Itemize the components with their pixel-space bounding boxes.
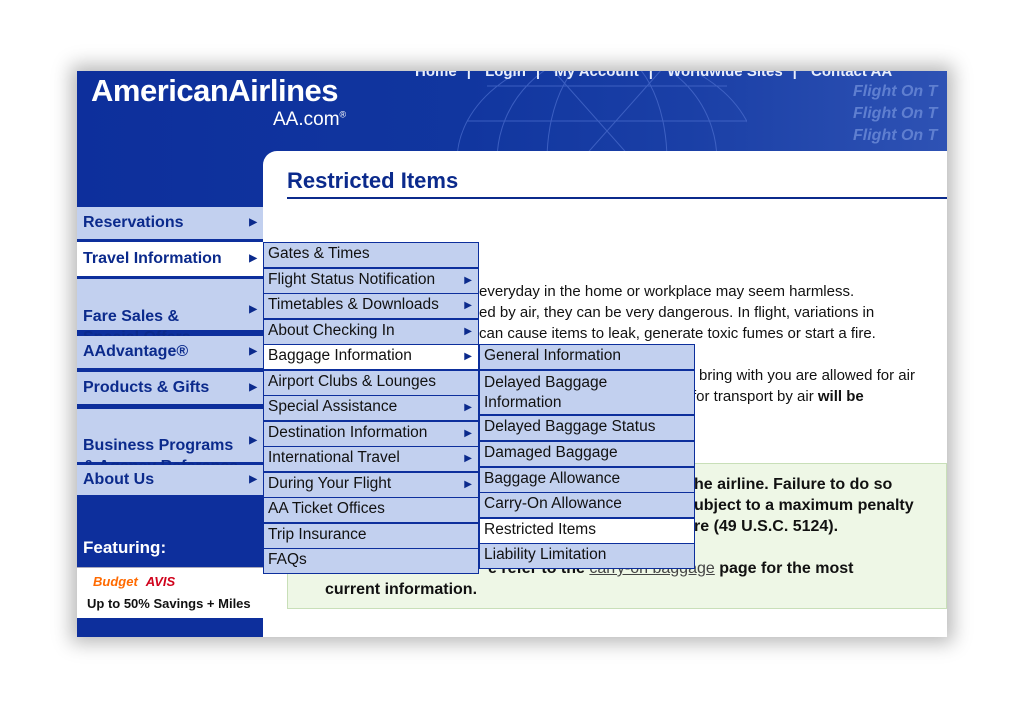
menu-aa-ticket-offices[interactable]: AA Ticket Offices (263, 497, 479, 523)
menu-airport-clubs[interactable]: Airport Clubs & Lounges (263, 370, 479, 396)
menu-baggage-information[interactable]: Baggage Information ▶ (263, 344, 479, 370)
tagline-2: Flight On T (853, 105, 938, 122)
tagline-1: Flight On T (853, 83, 938, 100)
chevron-right-icon: ▶ (464, 351, 472, 362)
nav-products-gifts-label: Products & Gifts (83, 379, 210, 396)
page-title: Restricted Items (287, 168, 459, 193)
top-nav-my-account[interactable]: My Account (554, 71, 638, 80)
american-airlines-logo[interactable]: AmericanAirlines (91, 73, 339, 109)
chevron-right-icon: ▶ (249, 474, 257, 485)
menu-about-checking-in[interactable]: About Checking In ▶ (263, 319, 479, 345)
chevron-right-icon: ▶ (464, 300, 472, 311)
nav-aadvantage[interactable]: AAdvantage® ▶ (77, 336, 263, 370)
chevron-right-icon: ▶ (249, 346, 257, 357)
menu-flight-status[interactable]: Flight Status Notification ▶ (263, 268, 479, 294)
nav-about-us[interactable]: About Us ▶ (77, 465, 263, 497)
submenu-delayed-baggage-status[interactable]: Delayed Baggage Status (479, 415, 695, 441)
budget-avis-promo[interactable]: Budget AVIS Up to 50% Savings + Miles (77, 567, 263, 618)
promo-text: Up to 50% Savings + Miles (87, 596, 251, 611)
submenu-damaged-baggage[interactable]: Damaged Baggage (479, 441, 695, 467)
menu-destination-information[interactable]: Destination Information ▶ (263, 421, 479, 447)
chevron-right-icon: ▶ (464, 275, 472, 286)
nav-reservations-label: Reservations (83, 214, 184, 231)
menu-special-assistance[interactable]: Special Assistance ▶ (263, 395, 479, 421)
nav-fare-sales[interactable]: Fare Sales & Special Offers▶ (77, 279, 263, 346)
intro-line-3: can cause items to leak, generate toxic … (479, 325, 876, 342)
promo-logos: Budget AVIS (93, 574, 175, 589)
top-nav: Home | Login | My Account | Worldwide Sites… (415, 71, 892, 80)
allowed-line-2: for transport by air will be (692, 388, 864, 405)
menu-gates-times[interactable]: Gates & Times (263, 242, 479, 268)
menu-during-your-flight[interactable]: During Your Flight ▶ (263, 472, 479, 498)
submenu-general-information[interactable]: General Information (479, 344, 695, 370)
nav-products-gifts[interactable]: Products & Gifts ▶ (77, 372, 263, 406)
nav-about-us-label: About Us (83, 471, 155, 488)
chevron-right-icon: ▶ (249, 434, 257, 446)
menu-timetables[interactable]: Timetables & Downloads ▶ (263, 293, 479, 319)
chevron-right-icon: ▶ (249, 217, 257, 228)
nav-reservations[interactable]: Reservations ▶ (77, 207, 263, 241)
chevron-right-icon: ▶ (249, 253, 257, 264)
notice-line-3: re (49 U.S.C. 5124). (694, 518, 839, 535)
intro-line-2: ed by air, they can be very dangerous. I… (479, 304, 875, 321)
intro-line-1: everyday in the home or workplace may se… (479, 283, 855, 300)
top-nav-worldwide-sites[interactable]: Worldwide Sites (667, 71, 783, 80)
top-nav-login[interactable]: Login (485, 71, 526, 80)
menu-international-travel[interactable]: International Travel ▶ (263, 446, 479, 472)
budget-logo: Budget (93, 574, 138, 589)
nav-travel-information-label: Travel Information (83, 250, 222, 267)
submenu-liability-limitation[interactable]: Liability Limitation (479, 543, 695, 569)
chevron-right-icon: ▶ (464, 326, 472, 337)
chevron-right-icon: ▶ (464, 453, 472, 464)
chevron-right-icon: ▶ (249, 382, 257, 393)
title-divider (287, 197, 947, 199)
chevron-right-icon: ▶ (464, 402, 472, 413)
menu-trip-insurance[interactable]: Trip Insurance (263, 523, 479, 549)
aa-com-logo[interactable]: AA.com® (273, 109, 346, 131)
browser-page: AmericanAirlines AA.com® Home | Login | My… (77, 71, 947, 637)
avis-logo: AVIS (145, 574, 176, 589)
top-nav-contact-aa[interactable]: Contact AA (811, 71, 892, 80)
top-nav-home[interactable]: Home (415, 71, 457, 80)
chevron-right-icon: ▶ (249, 303, 257, 315)
nav-business-programs[interactable]: Business Programs & Agency Reference▶ (77, 409, 263, 475)
submenu-baggage-allowance[interactable]: Baggage Allowance (479, 467, 695, 493)
nav-aadvantage-label: AAdvantage® (83, 343, 189, 360)
chevron-right-icon: ▶ (464, 428, 472, 439)
notice-line-2: ubject to a maximum penalty (694, 497, 914, 514)
chevron-right-icon: ▶ (464, 479, 472, 490)
submenu-carry-on-allowance[interactable]: Carry-On Allowance (479, 492, 695, 518)
tagline-3: Flight On T (853, 127, 938, 144)
notice-line-5: current information. (325, 581, 478, 598)
notice-line-1: he airline. Failure to do so (694, 476, 893, 493)
nav-travel-information[interactable]: Travel Information ▶ (77, 242, 263, 278)
menu-faqs[interactable]: FAQs (263, 548, 479, 574)
submenu-restricted-items[interactable]: Restricted Items (479, 518, 695, 544)
allowed-line-1: bring with you are allowed for air (699, 367, 915, 384)
featuring-heading: Featuring: (83, 538, 167, 557)
submenu-delayed-baggage-information[interactable]: Delayed Baggage Information (479, 370, 695, 415)
